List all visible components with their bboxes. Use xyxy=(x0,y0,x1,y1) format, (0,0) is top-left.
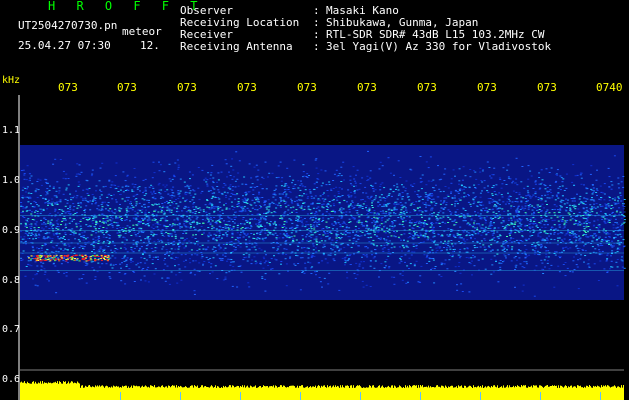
y-tick-label: 0.8 xyxy=(2,275,21,286)
hrofft-waterfall-screen: H R O F F T UT2504270730.pn meteor 25.04… xyxy=(0,0,629,400)
header-antenna-sep: : xyxy=(313,40,320,53)
x-tick-label: 073 xyxy=(237,81,257,94)
y-tick-label: 1.1 xyxy=(2,125,21,136)
spectrogram-canvas xyxy=(18,95,626,400)
filename-label: UT2504270730.pn xyxy=(18,19,118,32)
x-tick-label: 0740 xyxy=(596,81,623,94)
y-tick-label: 0.7 xyxy=(2,324,21,335)
x-tick-label: 073 xyxy=(477,81,497,94)
x-tick-label: 073 xyxy=(417,81,437,94)
y-axis-unit: kHz xyxy=(2,75,21,86)
header-antenna-value: 3el Yagi(V) Az 330 for Vladivostok xyxy=(326,40,552,53)
y-tick-label: 1.0 xyxy=(2,175,21,186)
x-tick-label: 073 xyxy=(117,81,137,94)
x-tick-label: 073 xyxy=(297,81,317,94)
y-tick-label: 0.6 xyxy=(2,374,21,385)
x-tick-label: 073 xyxy=(537,81,557,94)
count-label: 12. xyxy=(140,39,160,52)
power-bar xyxy=(20,381,624,400)
x-tick-label: 073 xyxy=(357,81,377,94)
x-tick-label: 073 xyxy=(177,81,197,94)
header-antenna-label: Receiving Antenna xyxy=(180,40,293,53)
mode-label: meteor xyxy=(122,25,162,38)
datetime-label: 25.04.27 07:30 xyxy=(18,39,111,52)
y-tick-label: 0.9 xyxy=(2,225,21,236)
x-tick-label: 073 xyxy=(58,81,78,94)
noise-band xyxy=(20,145,626,300)
